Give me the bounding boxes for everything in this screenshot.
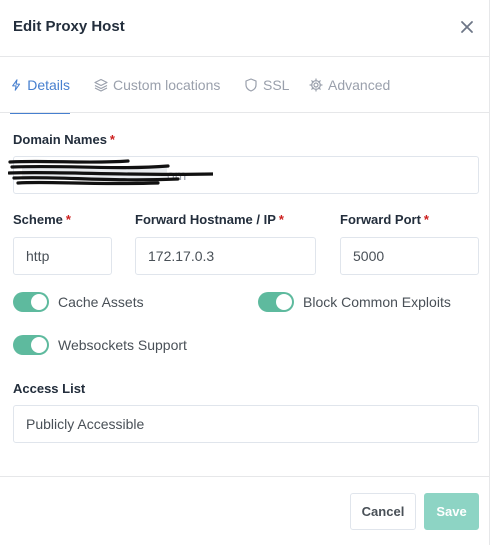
required-marker: *: [278, 212, 284, 227]
cache-assets-toggle[interactable]: [13, 292, 49, 312]
block-exploits-row: Block Common Exploits: [258, 292, 451, 312]
access-list-select[interactable]: Publicly Accessible: [13, 405, 479, 443]
cache-assets-row: Cache Assets: [13, 292, 144, 312]
tab-advanced-label: Advanced: [328, 77, 391, 93]
block-exploits-toggle[interactable]: [258, 292, 294, 312]
scheme-value: http: [26, 248, 50, 264]
modal-title: Edit Proxy Host: [13, 18, 125, 35]
scheme-label: Scheme *: [13, 212, 71, 227]
block-exploits-label: Block Common Exploits: [303, 294, 451, 310]
close-icon[interactable]: [458, 18, 476, 36]
tab-custom-locations-label: Custom locations: [113, 77, 221, 93]
required-marker: *: [65, 212, 71, 227]
forward-port-label-text: Forward Port: [340, 212, 421, 227]
tab-details[interactable]: Details: [10, 57, 70, 114]
scheme-select[interactable]: http: [13, 237, 112, 275]
gear-icon: [309, 78, 323, 92]
modal-footer: Cancel Save: [0, 476, 490, 545]
forward-port-value: 5000: [353, 248, 385, 264]
redaction-scribble: [8, 159, 213, 186]
websockets-toggle[interactable]: [13, 335, 49, 355]
tab-ssl-label: SSL: [263, 77, 290, 93]
cancel-button[interactable]: Cancel: [350, 493, 416, 530]
tab-details-label: Details: [27, 77, 70, 93]
required-marker: *: [109, 132, 115, 147]
websockets-row: Websockets Support: [13, 335, 187, 355]
modal-header: Edit Proxy Host: [0, 0, 490, 57]
forward-hostname-input[interactable]: 172.17.0.3: [135, 237, 316, 275]
tab-advanced[interactable]: Advanced: [309, 57, 390, 113]
domain-names-label: Domain Names *: [13, 132, 115, 147]
forward-hostname-label-text: Forward Hostname / IP: [135, 212, 276, 227]
required-marker: *: [423, 212, 429, 227]
domain-names-label-text: Domain Names: [13, 132, 107, 147]
forward-port-input[interactable]: 5000: [340, 237, 479, 275]
websockets-label: Websockets Support: [58, 337, 187, 353]
edit-proxy-host-modal: Edit Proxy Host Details Custom locations: [0, 0, 490, 545]
tab-custom-locations[interactable]: Custom locations: [94, 57, 220, 113]
shield-icon: [245, 78, 257, 92]
forward-port-label: Forward Port *: [340, 212, 429, 227]
scheme-label-text: Scheme: [13, 212, 63, 227]
bolt-icon: [12, 79, 21, 91]
tab-bar: Details Custom locations SSL Advanced: [0, 57, 490, 114]
save-button[interactable]: Save: [424, 493, 479, 530]
tab-ssl[interactable]: SSL: [244, 57, 289, 113]
access-list-label: Access List: [13, 381, 86, 396]
forward-hostname-label: Forward Hostname / IP *: [135, 212, 284, 227]
layers-icon: [94, 78, 108, 92]
access-list-value: Publicly Accessible: [26, 416, 145, 432]
forward-hostname-value: 172.17.0.3: [148, 248, 215, 264]
cache-assets-label: Cache Assets: [58, 294, 144, 310]
